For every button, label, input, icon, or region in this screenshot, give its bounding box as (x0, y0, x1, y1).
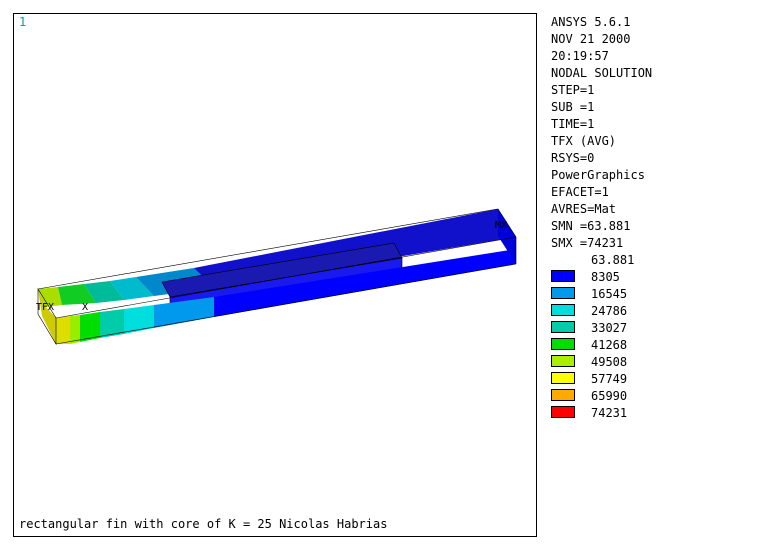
legend-swatch (551, 389, 575, 401)
graphics-viewport[interactable]: 1 TFX X MX rectangular fin with core of … (13, 13, 537, 537)
info-line: RSYS=0 (551, 151, 595, 165)
legend-label: 41268 (591, 338, 628, 352)
legend-row: 49508 (551, 354, 751, 371)
legend-swatch (551, 355, 575, 367)
label-mx: MX (495, 220, 507, 231)
info-line: SMX =74231 (551, 236, 624, 250)
legend-row: 74231 (551, 405, 751, 422)
legend-row: 41268 (551, 337, 751, 354)
legend-swatch (551, 338, 575, 350)
info-line: NODAL SOLUTION (551, 66, 653, 80)
info-line: TIME=1 (551, 117, 595, 131)
legend-row: 16545 (551, 286, 751, 303)
front-band-4 (100, 309, 124, 338)
legend-row: 24786 (551, 303, 751, 320)
label-x: X (82, 302, 88, 313)
legend-swatch (551, 270, 575, 282)
fin-model: TFX X MX (36, 208, 517, 346)
legend-swatch (551, 406, 575, 418)
info-line: AVRES=Mat (551, 202, 617, 216)
outline-mid (55, 236, 517, 319)
plot-caption: rectangular fin with core of K = 25 Nico… (19, 517, 388, 531)
legend-label: 33027 (591, 321, 628, 335)
info-panel: ANSYS 5.6.1 NOV 21 2000 20:19:57 NODAL SOLU… (551, 14, 751, 422)
info-line: SMN =63.881 (551, 219, 631, 233)
legend-label: 8305 (591, 270, 620, 284)
contour-legend: 8305 16545 24786 33027 41268 49508 57749 65990 7… (551, 269, 751, 422)
info-line: NOV 21 2000 (551, 32, 631, 46)
label-tfx: TFX (36, 302, 54, 313)
legend-swatch (551, 304, 575, 316)
legend-row: 33027 (551, 320, 751, 337)
legend-label: 57749 (591, 372, 628, 386)
info-line: TFX (AVG) (551, 134, 617, 148)
legend-label: 24786 (591, 304, 628, 318)
legend-swatch (551, 287, 575, 299)
legend-row: 8305 (551, 269, 751, 286)
legend-label: 16545 (591, 287, 628, 301)
info-line: STEP=1 (551, 83, 595, 97)
legend-label: 49508 (591, 355, 628, 369)
info-line: PowerGraphics (551, 168, 645, 182)
front-band-3 (80, 312, 100, 342)
info-line: 20:19:57 (551, 49, 609, 63)
legend-label: 65990 (591, 389, 628, 403)
front-band-1 (56, 316, 70, 344)
info-line: SUB =1 (551, 100, 595, 114)
legend-label: 74231 (591, 406, 628, 420)
legend-swatch (551, 321, 575, 333)
legend-row: 65990 (551, 388, 751, 405)
info-line: ANSYS 5.6.1 (551, 15, 631, 29)
info-lines: ANSYS 5.6.1 NOV 21 2000 20:19:57 NODAL SOLU… (551, 14, 751, 252)
front-band-6 (154, 297, 214, 328)
legend-row: 57749 (551, 371, 751, 388)
legend-min-value: 63.881 (591, 253, 635, 267)
info-line: EFACET=1 (551, 185, 609, 199)
front-band-2 (70, 315, 80, 344)
legend-swatch (551, 372, 575, 384)
